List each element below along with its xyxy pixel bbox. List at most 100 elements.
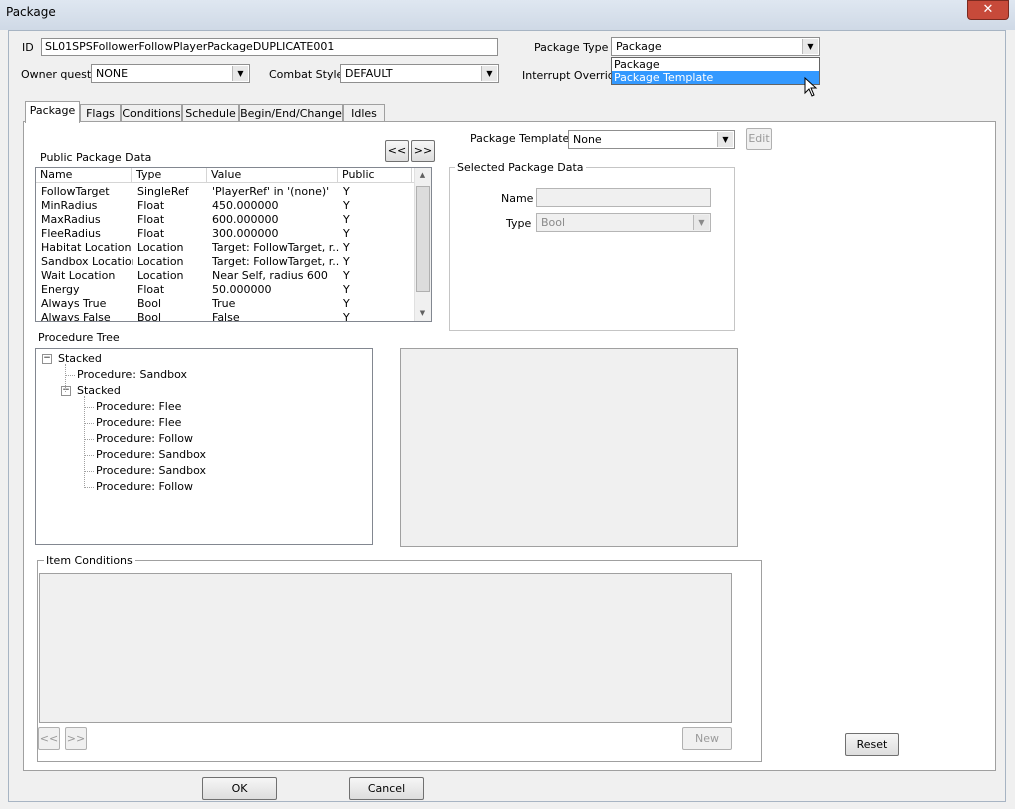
new-button[interactable]: New	[682, 727, 732, 750]
tree-node[interactable]: Procedure: Sandbox	[96, 464, 206, 478]
edit-button[interactable]: Edit	[746, 128, 772, 150]
chevron-down-icon: ▼	[802, 39, 818, 54]
table-cell: Target: FollowTarget, r...	[212, 241, 340, 254]
tree-node[interactable]: Procedure: Flee	[96, 416, 181, 430]
item-conditions-list[interactable]	[39, 573, 732, 723]
table-cell: Energy	[41, 283, 80, 296]
package-type-select[interactable]: Package ▼	[611, 37, 820, 56]
package-type-option-selected[interactable]: Package Template	[612, 71, 819, 84]
type-select[interactable]: Bool ▼	[536, 213, 711, 232]
combat-style-select[interactable]: DEFAULT ▼	[340, 64, 499, 83]
name-label: Name	[501, 192, 534, 205]
ok-button[interactable]: OK	[202, 777, 277, 800]
type-value: Bool	[541, 216, 566, 229]
table-cell: Location	[137, 269, 184, 282]
selected-package-data-title: Selected Package Data	[455, 161, 586, 174]
public-package-data-title: Public Package Data	[40, 151, 152, 164]
procedure-tree-title: Procedure Tree	[38, 331, 120, 344]
table-cell: Habitat Location	[41, 241, 132, 254]
table-cell: Location	[137, 255, 184, 268]
package-type-dropdown: Package Package Template	[611, 57, 820, 85]
col-public[interactable]: Public	[338, 168, 412, 182]
package-template-select[interactable]: None ▼	[568, 130, 735, 149]
table-cell: FollowTarget	[41, 185, 110, 198]
title-bar: Package ✕	[0, 0, 1015, 30]
table-row[interactable]: Energy Float 50.000000 Y	[36, 283, 414, 297]
combat-style-value: DEFAULT	[345, 67, 393, 80]
scroll-thumb[interactable]	[416, 186, 430, 292]
tree-connector	[84, 396, 85, 488]
item-conditions-title: Item Conditions	[44, 554, 135, 567]
tree-connector	[84, 439, 94, 440]
table-cell: Y	[343, 311, 350, 322]
next-button[interactable]: >>	[411, 140, 435, 162]
tree-connector	[84, 407, 94, 408]
mouse-pointer-icon	[804, 77, 818, 97]
table-cell: Bool	[137, 297, 162, 310]
table-cell: True	[212, 297, 236, 310]
table-cell: Y	[343, 269, 350, 282]
list-scrollbar[interactable]: ▲ ▼	[414, 168, 431, 321]
package-type-option[interactable]: Package	[612, 58, 819, 71]
table-row[interactable]: Habitat Location Location Target: FollowTa…	[36, 241, 414, 255]
tab-package[interactable]: Package	[25, 101, 80, 123]
chevron-down-icon: ▼	[717, 132, 733, 147]
scroll-down-icon[interactable]: ▼	[415, 306, 430, 321]
tree-node[interactable]: Procedure: Flee	[96, 400, 181, 414]
table-cell: Target: FollowTarget, r...	[212, 255, 340, 268]
item-prev-button[interactable]: <<	[38, 727, 60, 750]
table-cell: Y	[343, 185, 350, 198]
table-row[interactable]: Always True Bool True Y	[36, 297, 414, 311]
scroll-up-icon[interactable]: ▲	[415, 168, 430, 183]
col-value[interactable]: Value	[207, 168, 338, 182]
table-cell: Y	[343, 199, 350, 212]
chevron-down-icon: ▼	[232, 66, 248, 81]
reset-button[interactable]: Reset	[845, 733, 899, 756]
owner-quest-value: NONE	[96, 67, 129, 80]
procedure-tree[interactable]: − Stacked Procedure: Sandbox − Stacked Proced…	[35, 348, 373, 545]
tree-node[interactable]: Procedure: Sandbox	[96, 448, 206, 462]
prev-button[interactable]: <<	[385, 140, 409, 162]
id-field[interactable]: SL01SPSFollowerFollowPlayerPackageDUPLIC…	[41, 38, 498, 56]
table-cell: Y	[343, 213, 350, 226]
tree-connector	[65, 375, 75, 376]
table-row[interactable]: Always False Bool False Y	[36, 311, 414, 322]
table-cell: FleeRadius	[41, 227, 101, 240]
tree-node[interactable]: Procedure: Follow	[96, 432, 193, 446]
table-cell: Y	[343, 227, 350, 240]
table-cell: False	[212, 311, 240, 322]
tree-node[interactable]: Procedure: Follow	[96, 480, 193, 494]
name-field[interactable]	[536, 188, 711, 207]
col-name[interactable]: Name	[36, 168, 132, 182]
table-row[interactable]: FleeRadius Float 300.000000 Y	[36, 227, 414, 241]
chevron-down-icon: ▼	[481, 66, 497, 81]
owner-quest-select[interactable]: NONE ▼	[91, 64, 250, 83]
tree-connector	[84, 471, 94, 472]
table-cell: Sandbox Location	[41, 255, 133, 268]
table-cell: Always True	[41, 297, 107, 310]
table-cell: 'PlayerRef' in '(none)'	[212, 185, 330, 198]
close-button[interactable]: ✕	[967, 0, 1009, 20]
table-cell: SingleRef	[137, 185, 189, 198]
col-type[interactable]: Type	[132, 168, 207, 182]
table-row[interactable]: MinRadius Float 450.000000 Y	[36, 199, 414, 213]
public-data-list[interactable]: Name Type Value Public FollowTarget Singl…	[35, 167, 432, 322]
tree-connector	[84, 423, 94, 424]
table-cell: Y	[343, 283, 350, 296]
table-cell: 300.000000	[212, 227, 279, 240]
table-cell: Float	[137, 283, 165, 296]
type-label: Type	[506, 217, 532, 230]
package-template-value: None	[573, 133, 602, 146]
collapse-icon[interactable]: −	[61, 386, 71, 396]
table-cell: Bool	[137, 311, 162, 322]
package-type-value: Package	[616, 40, 662, 53]
item-next-button[interactable]: >>	[65, 727, 87, 750]
table-row[interactable]: Sandbox Location Location Target: FollowTa…	[36, 255, 414, 269]
cancel-button[interactable]: Cancel	[349, 777, 424, 800]
table-cell: 600.000000	[212, 213, 279, 226]
table-row[interactable]: FollowTarget SingleRef 'PlayerRef' in '(no…	[36, 185, 414, 199]
tree-node[interactable]: Procedure: Sandbox	[77, 368, 187, 382]
table-row[interactable]: MaxRadius Float 600.000000 Y	[36, 213, 414, 227]
collapse-icon[interactable]: −	[42, 354, 52, 364]
table-row[interactable]: Wait Location Location Near Self, radius 6…	[36, 269, 414, 283]
